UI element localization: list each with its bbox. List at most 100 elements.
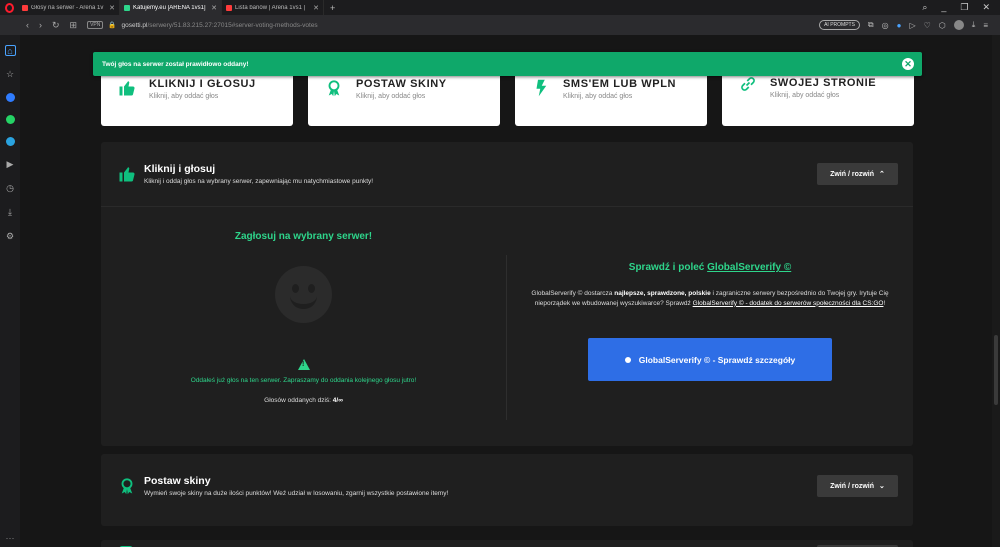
- telegram-icon[interactable]: [5, 137, 15, 146]
- settings-icon[interactable]: ⚙: [5, 231, 16, 242]
- text-bold: najlepsze, sprawdzone, polskie: [614, 290, 711, 297]
- toggle-label: Zwiń / rozwiń: [830, 170, 875, 178]
- camera-icon[interactable]: ◎: [882, 21, 889, 30]
- panel-click-vote: Kliknij i głosuj Kliknij i oddaj głos na…: [101, 142, 913, 446]
- card-subtitle: Kliknij, aby oddać głos: [356, 93, 426, 100]
- ai-prompts-button[interactable]: AI PROMPTS: [819, 20, 860, 30]
- panel-title: Postaw skiny: [144, 475, 211, 487]
- tab-favicon-icon: [124, 4, 130, 11]
- whatsapp-icon[interactable]: [5, 115, 15, 124]
- card-title: POSTAW SKINY: [356, 78, 447, 90]
- close-icon[interactable]: ✕: [902, 58, 914, 70]
- tab-title: Głosy na serwer - Arena 1v: [31, 4, 104, 11]
- messenger-icon[interactable]: [5, 93, 15, 102]
- url-field[interactable]: VPN 🔒 gosetti.pl/serwery/51.83.215.27:27…: [87, 21, 318, 29]
- already-voted-message: Oddałeś już głos na ten serwer. Zaprasza…: [190, 377, 417, 384]
- panel-header: Postaw skiny Wymień swoje skiny na duże …: [101, 454, 913, 518]
- addon-link[interactable]: GlobalServerify © - dodatek do serwerów …: [693, 300, 884, 307]
- globalserverify-heading: Sprawdź i poleć GlobalServerify ©: [507, 262, 913, 273]
- more-icon[interactable]: ···: [6, 533, 15, 543]
- minimize-icon[interactable]: _: [941, 2, 946, 13]
- url-path: /serwery/51.83.215.27:27015#server-votin…: [147, 21, 318, 29]
- reload-icon[interactable]: ↻: [52, 20, 60, 31]
- collapse-toggle-button[interactable]: Zwiń / rozwiń ⌃: [817, 163, 898, 185]
- tab-title: Lista banów | Arena 1vs1 |: [235, 4, 306, 11]
- card-title: KLIKNIJ I GŁOSUJ: [149, 78, 256, 90]
- panel-skins: Postaw skiny Wymień swoje skiny na duże …: [101, 454, 913, 526]
- star-icon[interactable]: ☆: [5, 69, 16, 80]
- heading-prefix: Sprawdź i poleć: [628, 262, 705, 273]
- browser-tab-2[interactable]: Katujemy.eu [ARENA 1vs1] ✕: [120, 0, 222, 15]
- menu-icon[interactable]: ≡: [983, 21, 988, 30]
- votes-today: Głosów oddanych dziś: 4/∞: [101, 397, 506, 404]
- card-subtitle: Kliknij, aby oddać głos: [149, 93, 219, 100]
- close-window-icon[interactable]: ✕: [982, 2, 990, 13]
- bolt-icon: [531, 78, 551, 98]
- award-icon: [117, 476, 137, 496]
- panel-description: Kliknij i oddaj głos na wybrany serwer, …: [144, 178, 374, 185]
- tiles-icon[interactable]: ⊞: [70, 20, 78, 31]
- close-tab-icon[interactable]: ✕: [211, 4, 217, 12]
- restore-icon[interactable]: ❐: [960, 2, 968, 13]
- send-icon[interactable]: ▷: [909, 21, 915, 30]
- collapse-toggle-button[interactable]: Zwiń / rozwiń ⌄: [817, 475, 898, 497]
- toggle-label: Zwiń / rozwiń: [830, 482, 875, 490]
- chevron-down-icon: ⌄: [879, 483, 885, 490]
- warning-icon: !: [297, 359, 310, 370]
- heart-icon[interactable]: ♡: [924, 21, 931, 30]
- panel-title: Kliknij i głosuj: [144, 163, 216, 175]
- tab-favicon-icon: [22, 4, 28, 11]
- player-icon[interactable]: ▶: [5, 159, 16, 170]
- votes-label: Głosów oddanych dziś:: [264, 397, 331, 404]
- forward-icon[interactable]: ›: [39, 20, 42, 30]
- panel-sms: [101, 540, 913, 547]
- tab-title: Katujemy.eu [ARENA 1vs1]: [133, 4, 206, 11]
- new-tab-button[interactable]: +: [324, 3, 341, 13]
- search-tabs-icon[interactable]: ⌕: [922, 2, 927, 13]
- info-icon: [624, 356, 631, 363]
- window-controls: ⌕ _ ❐ ✕: [922, 2, 1000, 13]
- address-bar: ‹ › ↻ ⊞ VPN 🔒 gosetti.pl/serwery/51.83.2…: [0, 15, 1000, 35]
- url-domain: gosetti.pl: [121, 21, 148, 29]
- vote-column: Zagłosuj na wybrany serwer! ! Oddałeś ju…: [101, 207, 506, 404]
- history-icon[interactable]: ◷: [5, 183, 16, 194]
- smiley-icon: [275, 266, 332, 323]
- close-tab-icon[interactable]: ✕: [109, 4, 115, 12]
- globalserverify-details-button[interactable]: GlobalServerify © - Sprawdź szczegóły: [588, 338, 832, 381]
- text-part: GlobalServerify © dostarcza: [531, 290, 613, 297]
- globalserverify-description: GlobalServerify © dostarcza najlepsze, s…: [520, 289, 900, 308]
- downloads-icon[interactable]: ⤓: [5, 207, 16, 218]
- page-scrollbar[interactable]: [992, 35, 1000, 547]
- panel-description: Wymień swoje skiny na duże ilości punktó…: [144, 490, 449, 497]
- vote-heading: Zagłosuj na wybrany serwer!: [234, 231, 373, 242]
- lock-icon: 🔒: [108, 22, 117, 29]
- card-subtitle: Kliknij, aby oddać głos: [563, 93, 633, 100]
- browser-tabbar: Głosy na serwer - Arena 1v ✕ Katujemy.eu…: [0, 0, 1000, 15]
- panel-header: Kliknij i głosuj Kliknij i oddaj głos na…: [101, 142, 913, 206]
- success-toast: Twój głos na serwer został prawidłowo od…: [93, 52, 922, 76]
- thumbs-up-icon: [117, 164, 137, 184]
- snapshot-icon[interactable]: ⧉: [868, 20, 874, 30]
- browser-sidebar: ⌂ ☆ ▶ ◷ ⤓ ⚙ ···: [0, 35, 20, 547]
- award-icon: [324, 78, 344, 98]
- opera-logo-icon[interactable]: [0, 0, 18, 15]
- button-label: GlobalServerify © - Sprawdź szczegóły: [638, 354, 796, 365]
- browser-tab-3[interactable]: Lista banów | Arena 1vs1 | ✕: [222, 0, 324, 15]
- back-icon[interactable]: ‹: [26, 20, 29, 30]
- tab-favicon-icon: [226, 4, 232, 11]
- panel-body: Zagłosuj na wybrany serwer! ! Oddałeś ju…: [101, 206, 913, 446]
- globalserverify-link[interactable]: GlobalServerify ©: [707, 262, 791, 273]
- scrollbar-thumb[interactable]: [994, 335, 998, 405]
- download-icon[interactable]: ⤓: [972, 20, 976, 30]
- shield-icon[interactable]: ●: [897, 21, 902, 30]
- toast-message: Twój głos na serwer został prawidłowo od…: [102, 60, 249, 68]
- text-end: !: [883, 299, 886, 307]
- page-content: KLIKNIJ I GŁOSUJ Kliknij, aby oddać głos…: [20, 35, 1000, 547]
- votes-value: 4/∞: [332, 397, 343, 404]
- browser-tab-1[interactable]: Głosy na serwer - Arena 1v ✕: [18, 0, 120, 15]
- avatar[interactable]: [953, 20, 964, 30]
- close-tab-icon[interactable]: ✕: [313, 4, 319, 12]
- home-icon[interactable]: ⌂: [4, 45, 16, 56]
- extensions-icon[interactable]: ⬡: [939, 21, 946, 30]
- vpn-badge[interactable]: VPN: [87, 21, 104, 29]
